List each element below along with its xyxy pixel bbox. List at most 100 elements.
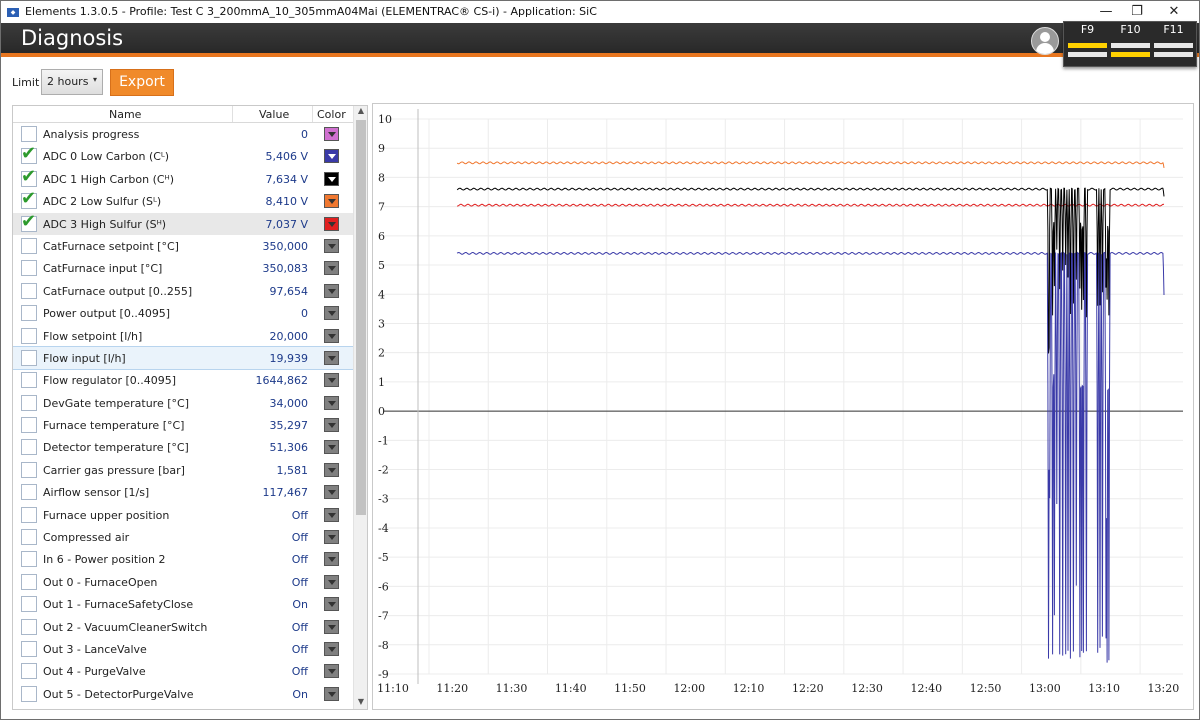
table-row[interactable]: Flow setpoint [l/h] 20,000	[13, 325, 354, 347]
x-tick-label: 13:00	[1029, 682, 1061, 695]
color-picker-button[interactable]	[324, 171, 339, 186]
column-header-name[interactable]: Name	[109, 108, 141, 121]
column-header-value[interactable]: Value	[259, 108, 289, 121]
color-picker-button[interactable]	[324, 597, 339, 612]
table-row[interactable]: Furnace upper position Off	[13, 504, 354, 526]
row-checkbox[interactable]	[21, 305, 37, 322]
row-checkbox[interactable]	[21, 126, 37, 142]
row-checkbox[interactable]: ✔	[21, 189, 37, 210]
color-picker-button[interactable]	[324, 194, 339, 209]
row-value: 7,634 V	[265, 172, 308, 186]
row-checkbox[interactable]	[21, 237, 37, 254]
row-checkbox[interactable]	[21, 349, 37, 366]
color-picker-button[interactable]	[324, 127, 339, 141]
color-picker-button[interactable]	[324, 641, 339, 656]
close-icon[interactable]: ✕	[1151, 2, 1197, 22]
color-picker-button[interactable]	[324, 395, 339, 410]
color-picker-button[interactable]	[324, 485, 339, 500]
row-checkbox[interactable]	[21, 417, 37, 434]
table-row[interactable]: Carrier gas pressure [bar] 1,581	[13, 459, 354, 481]
table-row[interactable]: CatFurnace setpoint [°C] 350,000	[13, 235, 354, 257]
table-row[interactable]: CatFurnace output [0..255] 97,654	[13, 280, 354, 302]
table-row[interactable]: Out 4 - PurgeValve Off	[13, 660, 354, 682]
row-checkbox[interactable]	[21, 260, 37, 277]
table-row[interactable]: Flow input [l/h] 19,939	[13, 345, 355, 371]
table-row[interactable]: Airflow sensor [1/s] 117,467	[13, 481, 354, 503]
color-picker-button[interactable]	[324, 507, 339, 522]
color-picker-button[interactable]	[324, 462, 339, 477]
column-header-color[interactable]: Color	[317, 108, 346, 121]
user-avatar-icon[interactable]	[1031, 27, 1059, 55]
scroll-down-icon[interactable]: ▼	[354, 697, 367, 709]
x-tick-label: 13:10	[1088, 682, 1120, 695]
table-row[interactable]: ✔ ADC 0 Low Carbon (Cᴸ) 5,406 V	[13, 144, 354, 167]
color-picker-button[interactable]	[324, 149, 339, 164]
table-row[interactable]: Out 3 - LanceValve Off	[13, 638, 354, 660]
diagnosis-chart[interactable]: 10 9 8 7 6 5 4 3 2 1 0 -1 -2 -3 -4 -5 -6 -7 -8 -9 11:10 11:20…	[372, 103, 1200, 710]
table-row[interactable]: Detector temperature [°C] 51,306	[13, 436, 354, 458]
color-picker-button[interactable]	[324, 283, 339, 298]
table-row[interactable]: DevGate temperature [°C] 34,000	[13, 392, 354, 414]
color-picker-button[interactable]	[324, 328, 339, 343]
export-button[interactable]: Export	[110, 69, 174, 96]
color-picker-button[interactable]	[324, 552, 339, 567]
header-accent-bar	[1, 53, 1199, 57]
row-checkbox[interactable]	[21, 596, 37, 613]
table-row[interactable]: Out 2 - VacuumCleanerSwitch Off	[13, 616, 354, 638]
row-checkbox[interactable]	[21, 394, 37, 411]
table-row[interactable]: In 6 - Power position 2 Off	[13, 548, 354, 570]
row-checkbox[interactable]	[21, 618, 37, 635]
f11-key[interactable]: F11	[1152, 22, 1195, 66]
color-picker-button[interactable]	[324, 216, 339, 231]
color-picker-button[interactable]	[324, 238, 339, 253]
table-row[interactable]: ✔ ADC 2 Low Sulfur (Sᴸ) 8,410 V	[13, 189, 354, 212]
scroll-up-icon[interactable]: ▲	[354, 106, 367, 118]
color-picker-button[interactable]	[324, 306, 339, 321]
table-row[interactable]: Power output [0..4095] 0	[13, 302, 354, 324]
table-scrollbar[interactable]: ▲ ▼	[353, 106, 367, 709]
row-checkbox[interactable]	[21, 573, 37, 590]
row-checkbox[interactable]	[21, 282, 37, 299]
row-checkbox[interactable]	[21, 506, 37, 523]
table-row[interactable]: Flow regulator [0..4095] 1644,862	[13, 369, 354, 391]
column-divider	[232, 106, 233, 122]
table-row[interactable]: Furnace temperature [°C] 35,297	[13, 414, 354, 436]
table-row[interactable]: Compressed air Off	[13, 526, 354, 548]
color-picker-button[interactable]	[324, 350, 339, 365]
scrollbar-thumb[interactable]	[356, 120, 366, 515]
table-row[interactable]: Out 1 - FurnaceSafetyClose On	[13, 593, 354, 615]
table-row[interactable]: CatFurnace input [°C] 350,083	[13, 257, 354, 279]
row-checkbox[interactable]	[21, 640, 37, 657]
row-checkbox[interactable]	[21, 685, 37, 702]
row-checkbox[interactable]: ✔	[21, 211, 37, 232]
row-checkbox[interactable]	[21, 461, 37, 478]
color-picker-button[interactable]	[324, 619, 339, 634]
color-picker-button[interactable]	[324, 418, 339, 433]
row-checkbox[interactable]	[21, 663, 37, 680]
f9-key[interactable]: F9	[1066, 22, 1109, 66]
table-row[interactable]: Analysis progress 0	[13, 123, 354, 145]
color-picker-button[interactable]	[324, 686, 339, 701]
table-row[interactable]: Out 5 - DetectorPurgeValve On	[13, 683, 354, 705]
f10-key[interactable]: F10	[1109, 22, 1152, 66]
chart-canvas[interactable]: 109876543210-1-2-3-4-5-6-7-8-911:10 11:20…	[373, 104, 1200, 709]
table-row[interactable]: Out 0 - FurnaceOpen Off	[13, 571, 354, 593]
table-row[interactable]: ✔ ADC 3 High Sulfur (Sᴴ) 7,037 V	[13, 211, 354, 235]
color-picker-button[interactable]	[324, 574, 339, 589]
row-checkbox[interactable]: ✔	[21, 166, 37, 187]
limit-dropdown[interactable]: 2 hours ▾	[41, 69, 103, 95]
row-checkbox[interactable]	[21, 484, 37, 501]
row-checkbox[interactable]: ✔	[21, 144, 37, 165]
row-checkbox[interactable]	[21, 529, 37, 546]
color-picker-button[interactable]	[324, 373, 339, 388]
color-picker-button[interactable]	[324, 440, 339, 455]
row-checkbox[interactable]	[21, 439, 37, 456]
row-checkbox[interactable]	[21, 327, 37, 344]
row-checkbox[interactable]	[21, 372, 37, 389]
color-picker-button[interactable]	[324, 530, 339, 545]
table-row[interactable]: ✔ ADC 1 High Carbon (Cᴴ) 7,634 V	[13, 166, 354, 190]
color-picker-button[interactable]	[324, 261, 339, 276]
y-tick-label: -9	[378, 668, 389, 681]
color-picker-button[interactable]	[324, 664, 339, 679]
row-checkbox[interactable]	[21, 551, 37, 568]
